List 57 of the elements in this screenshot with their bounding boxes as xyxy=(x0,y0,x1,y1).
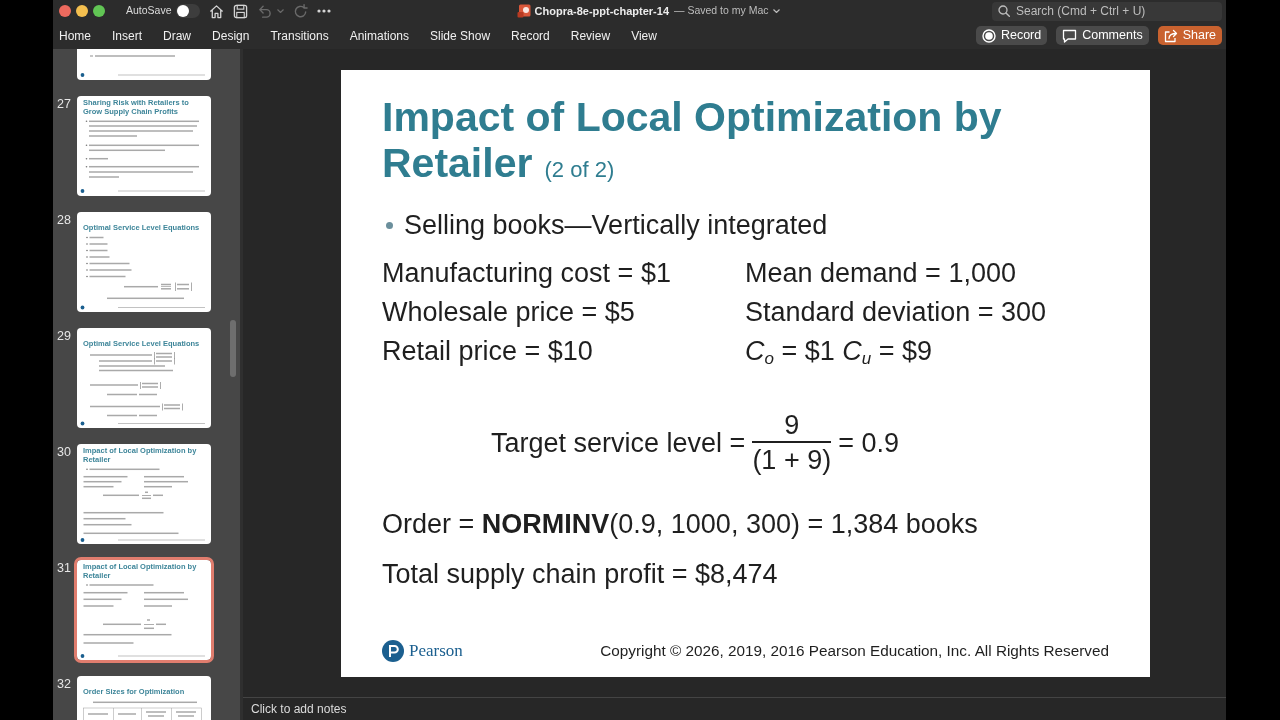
slide-number: 27 xyxy=(56,96,72,111)
logo-text: Pearson xyxy=(409,640,463,663)
ribbon-tab[interactable]: Transitions xyxy=(270,26,329,45)
search-icon xyxy=(998,5,1010,17)
share-button[interactable]: Share xyxy=(1157,26,1222,45)
equation-text: Wholesale price = $5 xyxy=(382,296,635,329)
slide-number: 31 xyxy=(56,560,72,575)
equation-text: Manufacturing cost = $1 xyxy=(382,257,671,290)
logo-icon xyxy=(382,640,404,662)
slide-title: Impact of Local Optimization by Retailer (2 of 2) xyxy=(382,94,1003,186)
ribbon-tab[interactable]: Slide Show xyxy=(430,26,491,45)
slide-number: 30 xyxy=(56,444,72,459)
equation-text: C$_{o}$ = $1 C$_{u}$ = $9 xyxy=(745,335,933,371)
search-field[interactable]: Search (Cmd + Ctrl + U) xyxy=(992,1,1222,21)
ribbon-tab[interactable]: Review xyxy=(570,26,611,45)
comments-button[interactable]: Comments xyxy=(1056,26,1149,45)
equation-text: Target service level = xyxy=(491,427,746,460)
document-icon xyxy=(516,4,531,18)
ribbon-tab[interactable]: Design xyxy=(212,26,250,45)
more-icon[interactable] xyxy=(316,9,331,13)
bullet-icon xyxy=(386,222,393,229)
caret-icon[interactable] xyxy=(276,9,284,13)
equation-text: Mean demand = 1,000 xyxy=(745,257,1016,290)
ribbon-tab[interactable]: Draw xyxy=(163,26,192,45)
slide-number: 29 xyxy=(56,328,72,343)
equation-text: Total supply chain profit = $8,474 xyxy=(382,558,778,591)
ribbon-tab[interactable]: Insert xyxy=(112,26,143,45)
ribbon-tab[interactable]: View xyxy=(631,26,657,45)
chevron-icon[interactable] xyxy=(772,9,780,13)
ribbon-tab[interactable]: Animations xyxy=(349,26,410,45)
equation-text: Retail price = $10 xyxy=(382,335,593,368)
fraction-denominator: (1 + 9) xyxy=(752,444,832,477)
autosave-label: AutoSave xyxy=(126,3,172,19)
zoom-button[interactable] xyxy=(93,5,105,17)
fraction-numerator: 9 xyxy=(783,409,801,441)
autosave-toggle[interactable] xyxy=(175,4,200,18)
ribbon-tab[interactable]: Home xyxy=(59,26,91,45)
equation-text: = 0.9 xyxy=(838,427,899,460)
record-button[interactable]: Record xyxy=(975,26,1048,45)
comment-icon xyxy=(1062,28,1078,43)
save-icon[interactable] xyxy=(232,3,248,19)
share-icon xyxy=(1163,28,1178,43)
equation-text: Order = NORMINV(0.9, 1000, 300) = 1,384 books xyxy=(382,508,978,541)
ribbon-tab[interactable]: Record xyxy=(511,26,550,45)
record-icon xyxy=(981,28,996,43)
equation-text: Standard deviation = 300 xyxy=(745,296,1046,329)
slide-number: 28 xyxy=(56,212,72,227)
save-status: — Saved to my Mac xyxy=(674,3,769,19)
slide-number: 32 xyxy=(56,676,72,691)
bullet-text: Selling books—Vertically integrated xyxy=(404,209,828,242)
minimize-button[interactable] xyxy=(76,5,88,17)
copyright-text: Copyright © 2026, 2019, 2016 Pearson Education, Inc. All Rights Reserved xyxy=(600,640,1109,661)
close-button[interactable] xyxy=(59,5,71,17)
scrollbar-thumb[interactable] xyxy=(230,320,236,377)
home-icon[interactable] xyxy=(208,3,224,19)
document-title: Chopra-8e-ppt-chapter-14 xyxy=(534,3,669,19)
notes-field[interactable]: Click to add notes xyxy=(243,698,1226,720)
